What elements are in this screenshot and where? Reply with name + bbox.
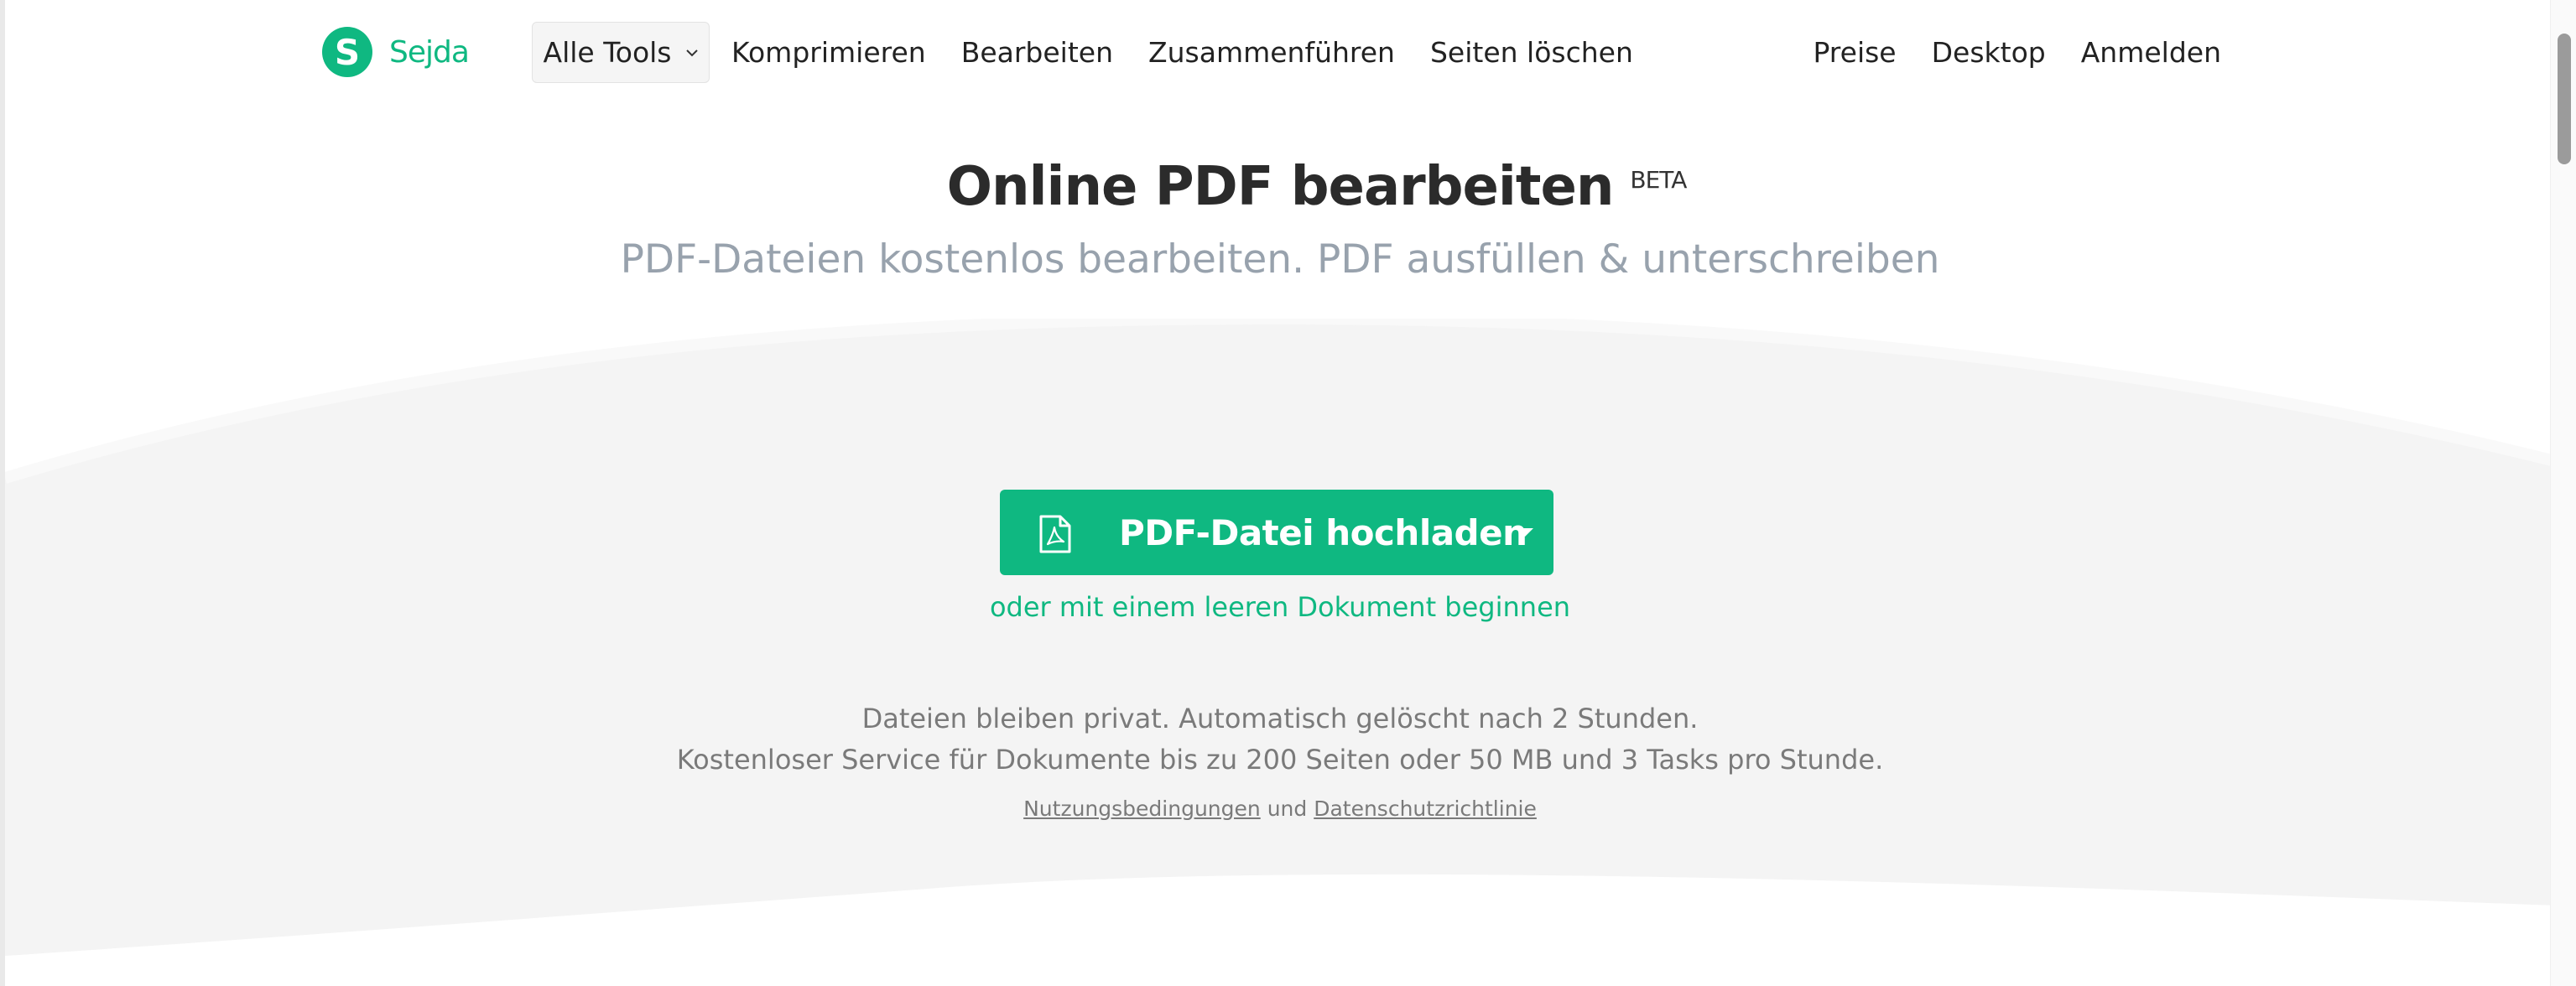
sejda-logo-icon: S xyxy=(322,27,372,77)
sejda-logo[interactable]: S Sejda xyxy=(322,25,470,79)
privacy-line: Dateien bleiben privat. Automatisch gelö… xyxy=(861,703,1699,734)
vertical-scrollbar[interactable] xyxy=(2550,0,2576,986)
nav-links: Komprimieren Bearbeiten Zusammenführen S… xyxy=(731,0,1633,104)
upload-button-label: PDF-Datei hochladen xyxy=(1119,511,1527,553)
nav-link-komprimieren[interactable]: Komprimieren xyxy=(731,36,926,69)
caret-down-icon[interactable] xyxy=(1517,528,1533,537)
all-tools-label: Alle Tools xyxy=(543,36,672,69)
start-blank-document-link[interactable]: oder mit einem leeren Dokument beginnen xyxy=(5,591,2555,623)
band-background xyxy=(5,319,2555,956)
nav-link-zusammenfuehren[interactable]: Zusammenführen xyxy=(1148,36,1395,69)
nav-link-bearbeiten[interactable]: Bearbeiten xyxy=(961,36,1113,69)
nav-link-seiten-loeschen[interactable]: Seiten löschen xyxy=(1430,36,1633,69)
page: S Sejda Alle Tools Komprimieren Bearbeit… xyxy=(0,0,2576,986)
page-title-text: Online PDF bearbeiten xyxy=(946,156,1615,218)
logo-text: Sejda xyxy=(389,34,470,70)
nav-link-preise[interactable]: Preise xyxy=(1813,36,1896,69)
pdf-file-icon xyxy=(1039,515,1071,553)
legal-connector: und xyxy=(1267,797,1314,821)
nav-link-desktop[interactable]: Desktop xyxy=(1932,36,2046,69)
hero-title-wrap: Online PDF bearbeiten BETA xyxy=(5,156,2555,218)
nav-link-anmelden[interactable]: Anmelden xyxy=(2081,36,2221,69)
upload-pdf-button[interactable]: PDF-Datei hochladen xyxy=(1000,490,1553,575)
page-subtitle: PDF-Dateien kostenlos bearbeiten. PDF au… xyxy=(620,236,1940,283)
limits-line: Kostenloser Service für Dokumente bis zu… xyxy=(676,744,1884,776)
all-tools-dropdown[interactable]: Alle Tools xyxy=(532,22,710,83)
privacy-policy-link[interactable]: Datenschutzrichtlinie xyxy=(1314,797,1537,821)
terms-link[interactable]: Nutzungsbedingungen xyxy=(1023,797,1261,821)
beta-badge: BETA xyxy=(1630,166,1687,194)
privacy-info: Dateien bleiben privat. Automatisch gelö… xyxy=(5,698,2555,781)
scrollbar-thumb[interactable] xyxy=(2558,34,2571,164)
upload-band xyxy=(5,319,2555,986)
legal-links: Nutzungsbedingungen und Datenschutzricht… xyxy=(5,797,2555,821)
nav-right-links: Preise Desktop Anmelden xyxy=(1813,0,2221,104)
top-navigation: S Sejda Alle Tools Komprimieren Bearbeit… xyxy=(5,0,2555,104)
chevron-down-icon xyxy=(685,49,698,56)
page-title: Online PDF bearbeiten BETA xyxy=(946,156,1688,218)
